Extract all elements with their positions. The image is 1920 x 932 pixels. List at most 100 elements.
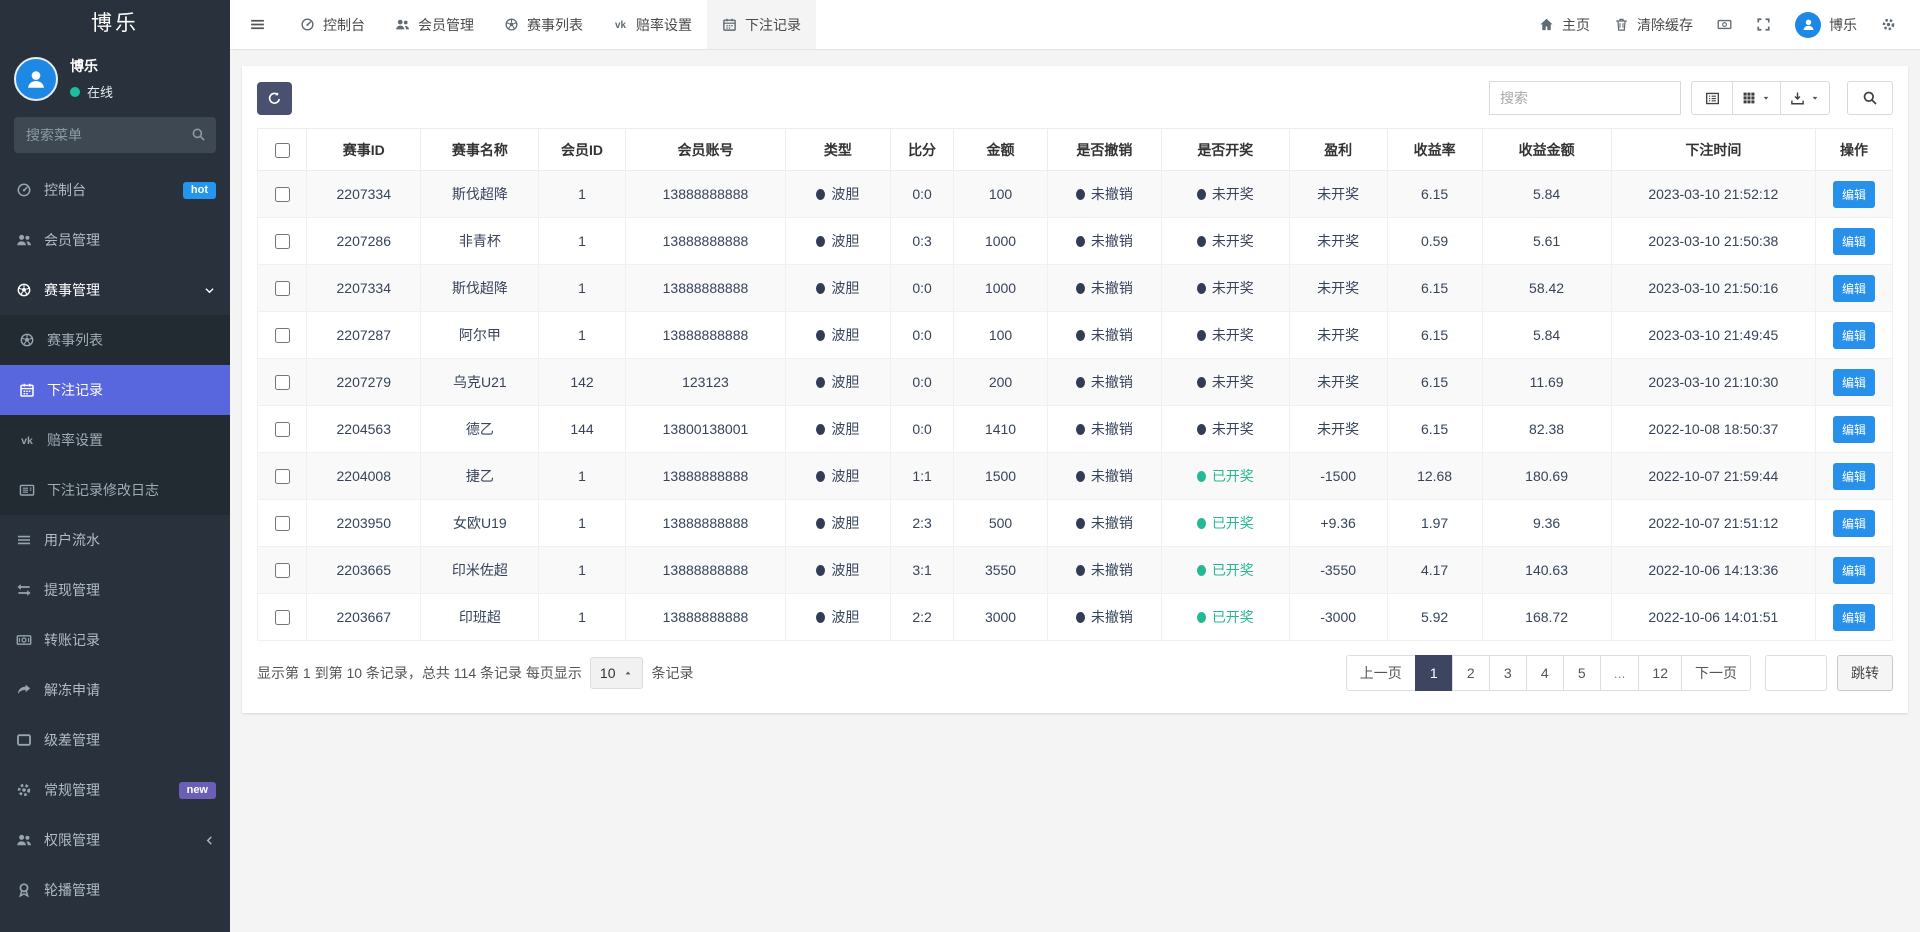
cell-revoked: 未撤销 <box>1046 358 1163 406</box>
edit-button[interactable]: 编辑 <box>1833 368 1876 396</box>
sidebar-item-withdrawals[interactable]: 提现管理 <box>0 565 230 615</box>
edit-button[interactable]: 编辑 <box>1833 321 1876 349</box>
columns-button[interactable] <box>1732 81 1781 115</box>
cell-score: 0:0 <box>889 405 955 453</box>
page-button-12[interactable]: 12 <box>1638 655 1682 691</box>
edit-button[interactable]: 编辑 <box>1833 415 1876 443</box>
type-dot-icon <box>816 424 826 435</box>
sidebar-item-unfreeze-requests[interactable]: 解冻申请 <box>0 665 230 715</box>
sidebar-toggle-button[interactable] <box>230 0 285 49</box>
table-icon <box>1705 91 1720 106</box>
cell-amount: 1410 <box>953 405 1048 453</box>
sidebar-item-members[interactable]: 会员管理 <box>0 215 230 265</box>
nav-tab-console[interactable]: 控制台 <box>285 0 380 49</box>
edit-button[interactable]: 编辑 <box>1833 180 1876 208</box>
drawn-dot-icon <box>1196 377 1206 388</box>
nav-action-settings[interactable] <box>1869 0 1908 49</box>
sidebar-search-input[interactable] <box>14 117 216 153</box>
nav-tab-bet-records[interactable]: 下注记录 <box>707 0 816 49</box>
nav-action-bill[interactable] <box>1705 0 1744 49</box>
detail-view-button[interactable] <box>1691 81 1733 115</box>
page-button-5[interactable]: 5 <box>1562 655 1601 691</box>
cell-time: 2023-03-10 21:49:45 <box>1610 311 1817 359</box>
drawn-label: 未开奖 <box>1211 327 1254 343</box>
cell-profit: 未开奖 <box>1288 170 1388 218</box>
sidebar-item-bet-records[interactable]: 下注记录 <box>0 365 230 415</box>
page-button-4[interactable]: 4 <box>1525 655 1564 691</box>
refresh-button[interactable] <box>257 81 292 115</box>
search-icon <box>191 127 206 142</box>
prev-page-button[interactable]: 上一页 <box>1345 655 1416 691</box>
row-checkbox[interactable] <box>274 281 290 297</box>
page-button-3[interactable]: 3 <box>1488 655 1527 691</box>
table-view-button-group <box>1691 81 1830 115</box>
edit-button[interactable]: 编辑 <box>1833 462 1876 490</box>
cell-action: 编辑 <box>1815 264 1893 312</box>
next-page-button[interactable]: 下一页 <box>1681 655 1751 691</box>
row-checkbox[interactable] <box>274 610 290 626</box>
nav-action-profile[interactable]: 博乐 <box>1783 0 1869 49</box>
nav-tab-odds-settings[interactable]: vk 赔率设置 <box>598 0 707 49</box>
nav-action-label: 主页 <box>1562 16 1590 33</box>
page-size-select[interactable]: 10 <box>589 657 644 689</box>
cell-amount: 1500 <box>953 452 1048 500</box>
cell-yield: 5.61 <box>1481 217 1612 265</box>
nav-action-clear-cache[interactable]: 清除缓存 <box>1602 0 1705 49</box>
edit-button[interactable]: 编辑 <box>1833 227 1876 255</box>
page-button-2[interactable]: 2 <box>1451 655 1490 691</box>
row-checkbox[interactable] <box>274 187 290 203</box>
sidebar-item-carousel[interactable]: 轮播管理 <box>0 865 230 915</box>
export-button[interactable] <box>1780 81 1830 115</box>
jump-button[interactable]: 跳转 <box>1837 655 1893 691</box>
sidebar-item-level-diff[interactable]: 级差管理 <box>0 715 230 765</box>
jump-page-input[interactable] <box>1765 655 1827 691</box>
row-checkbox[interactable] <box>274 469 290 485</box>
cell-member-id: 1 <box>538 593 626 641</box>
edit-button[interactable]: 编辑 <box>1833 603 1876 631</box>
cell-type: 波胆 <box>785 217 891 265</box>
table-search-input[interactable] <box>1489 81 1681 115</box>
cell-drawn: 未开奖 <box>1161 405 1290 453</box>
caret-down-icon <box>1810 93 1820 103</box>
cell-rate: 6.15 <box>1386 358 1483 406</box>
cell-revoked: 未撤销 <box>1046 311 1163 359</box>
cell-match-name: 乌克U21 <box>420 358 540 406</box>
row-checkbox[interactable] <box>274 234 290 250</box>
row-checkbox[interactable] <box>274 328 290 344</box>
cell-account: 13888888888 <box>624 170 787 218</box>
cell-yield: 58.42 <box>1481 264 1612 312</box>
nav-action-fullscreen[interactable] <box>1744 0 1783 49</box>
sidebar-item-user-flows[interactable]: 用户流水 <box>0 515 230 565</box>
nav-action-home[interactable]: 主页 <box>1527 0 1602 49</box>
futbol-icon <box>17 332 36 348</box>
nav-tab-label: 赛事列表 <box>527 16 583 33</box>
sidebar-item-transfers[interactable]: 转账记录 <box>0 615 230 665</box>
table-row: 2207334 斯伐超降 1 13888888888 波胆 0:0 100 未撤销 未开奖 未开奖… <box>256 170 1893 218</box>
user-avatar-icon <box>14 56 58 101</box>
row-checkbox[interactable] <box>274 516 290 532</box>
sidebar-item-matches[interactable]: 赛事管理 <box>0 265 230 315</box>
nav-tab-match-list[interactable]: 赛事列表 <box>489 0 598 49</box>
sidebar-item-general[interactable]: 常规管理 new <box>0 765 230 815</box>
cell-amount: 1000 <box>953 217 1048 265</box>
users-icon <box>395 17 410 32</box>
sidebar-item-bet-record-logs[interactable]: 下注记录修改日志 <box>0 465 230 515</box>
row-checkbox[interactable] <box>274 422 290 438</box>
search-button[interactable] <box>1847 81 1893 115</box>
select-all-checkbox[interactable] <box>274 142 290 158</box>
row-checkbox[interactable] <box>274 563 290 579</box>
sidebar-item-console[interactable]: 控制台 hot <box>0 165 230 215</box>
edit-button[interactable]: 编辑 <box>1833 509 1876 537</box>
nav-tab-members[interactable]: 会员管理 <box>380 0 489 49</box>
row-checkbox[interactable] <box>274 375 290 391</box>
cell-select <box>256 170 308 218</box>
page-button-1[interactable]: 1 <box>1414 655 1453 691</box>
cell-time: 2022-10-07 21:59:44 <box>1610 452 1817 500</box>
sidebar-item-match-list[interactable]: 赛事列表 <box>0 315 230 365</box>
toolbar-right <box>1489 81 1893 115</box>
sidebar-item-permissions[interactable]: 权限管理 <box>0 815 230 865</box>
edit-button[interactable]: 编辑 <box>1833 556 1876 584</box>
cell-account: 13888888888 <box>624 593 787 641</box>
edit-button[interactable]: 编辑 <box>1833 274 1876 302</box>
sidebar-item-odds-settings[interactable]: vk 赔率设置 <box>0 415 230 465</box>
